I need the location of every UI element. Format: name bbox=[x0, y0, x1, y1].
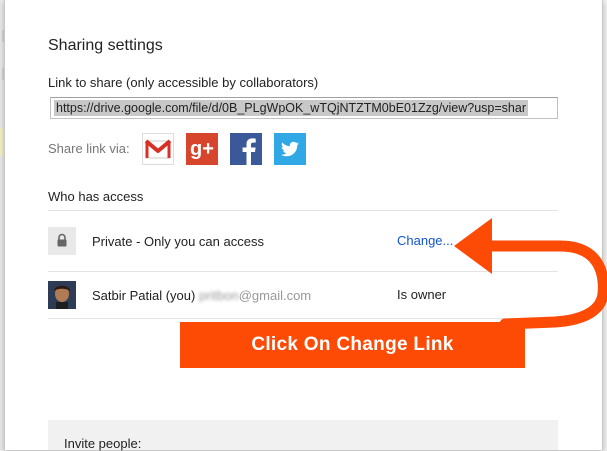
annotation-banner: Click On Change Link bbox=[180, 322, 525, 368]
annotation-arrow bbox=[454, 218, 607, 330]
